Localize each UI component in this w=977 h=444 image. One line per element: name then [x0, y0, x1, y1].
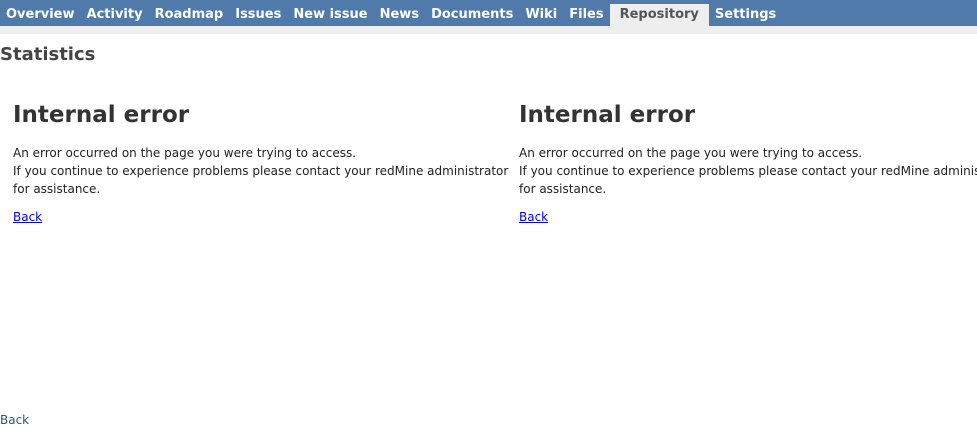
error-message: An error occurred on the page you were t… [13, 144, 519, 198]
page-title: Statistics [0, 44, 96, 65]
menu-underline [0, 26, 977, 34]
back-link[interactable]: Back [519, 210, 548, 224]
tab-settings[interactable]: Settings [709, 4, 782, 26]
tab-documents[interactable]: Documents [425, 4, 519, 26]
tab-roadmap[interactable]: Roadmap [149, 4, 230, 26]
error-line-3: for assistance. [13, 182, 101, 196]
tab-repository[interactable]: Repository [609, 4, 709, 26]
error-line-1: An error occurred on the page you were t… [13, 146, 357, 160]
error-heading: Internal error [519, 102, 696, 128]
project-tabs: Overview Activity Roadmap Issues New iss… [0, 4, 782, 26]
tab-activity[interactable]: Activity [81, 4, 149, 26]
tab-wiki[interactable]: Wiki [519, 4, 563, 26]
tab-files[interactable]: Files [563, 4, 609, 26]
error-message: An error occurred on the page you were t… [519, 144, 977, 198]
error-panel-commits-per-author: Internal error An error occurred on the … [519, 95, 977, 385]
error-line-3: for assistance. [519, 182, 607, 196]
tab-overview[interactable]: Overview [0, 4, 81, 26]
error-line-1: An error occurred on the page you were t… [519, 146, 863, 160]
main-menu: Overview Activity Roadmap Issues New iss… [0, 0, 977, 34]
error-panel-commits-per-month: Internal error An error occurred on the … [13, 95, 519, 385]
tab-issues[interactable]: Issues [229, 4, 287, 26]
page-back-link[interactable]: Back [0, 413, 29, 427]
tab-new-issue[interactable]: New issue [287, 4, 373, 26]
error-line-2: If you continue to experience problems p… [13, 164, 509, 178]
error-line-2: If you continue to experience problems p… [519, 164, 977, 178]
error-heading: Internal error [13, 102, 190, 128]
tab-news[interactable]: News [374, 4, 425, 26]
back-link[interactable]: Back [13, 210, 42, 224]
